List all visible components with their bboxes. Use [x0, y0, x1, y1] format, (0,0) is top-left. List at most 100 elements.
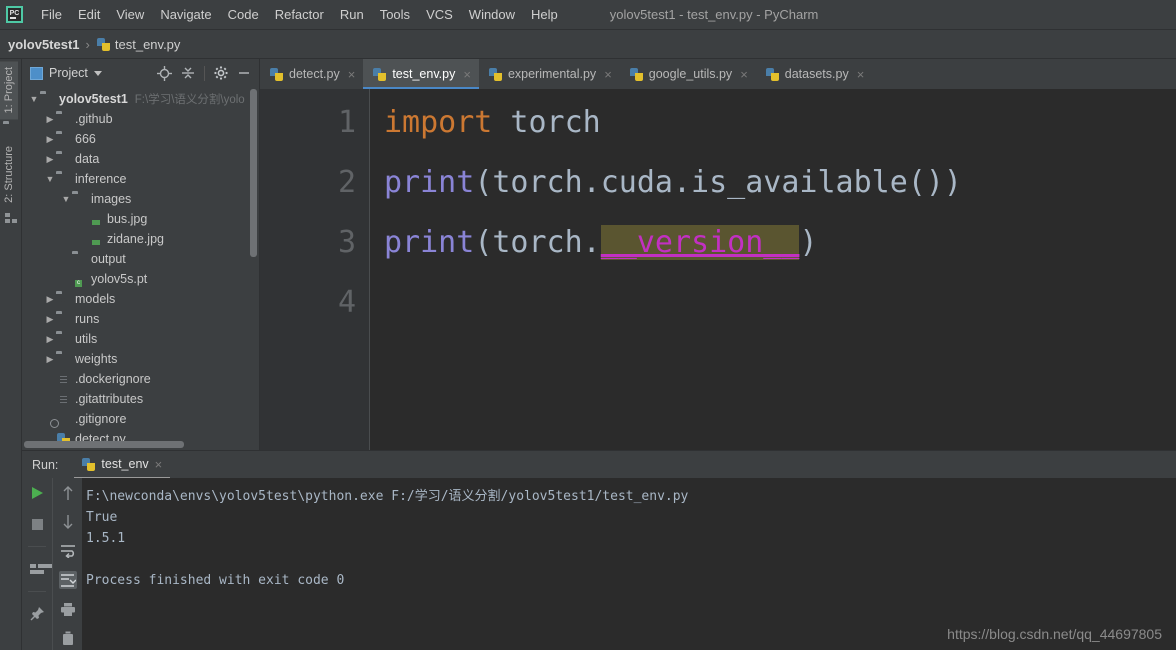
run-console-output[interactable]: F:\newconda\envs\yolov5test\python.exe F…: [82, 478, 1176, 650]
project-panel-header: Project: [22, 59, 259, 87]
soft-wrap-icon[interactable]: [59, 542, 77, 560]
tree-item[interactable]: ▶ utils: [22, 329, 259, 349]
python-icon: [82, 457, 96, 471]
project-icon: [3, 123, 18, 136]
layout-icon[interactable]: [28, 560, 46, 578]
menu-item-refactor[interactable]: Refactor: [267, 4, 332, 25]
tree-item[interactable]: ▶ data: [22, 149, 259, 169]
sidebar-item-project[interactable]: 1: Project: [0, 61, 18, 120]
minimize-icon[interactable]: [237, 66, 251, 80]
editor-area: detect.py × test_env.py × experimental.py × go…: [260, 59, 1176, 450]
menu-item-edit[interactable]: Edit: [70, 4, 108, 25]
tree-item[interactable]: ▶ .github: [22, 109, 259, 129]
tree-item[interactable]: .gitignore: [22, 409, 259, 429]
code-token: torch: [492, 105, 601, 140]
locate-icon[interactable]: [157, 65, 172, 81]
close-icon[interactable]: ×: [857, 67, 865, 82]
menu-item-window[interactable]: Window: [461, 4, 523, 25]
tree-item[interactable]: zidane.jpg: [22, 229, 259, 249]
tree-item[interactable]: ▶ models: [22, 289, 259, 309]
chevron-down-icon[interactable]: ▼: [44, 174, 56, 184]
chevron-down-icon[interactable]: [93, 70, 102, 76]
breadcrumb-file[interactable]: test_env.py: [115, 37, 181, 52]
editor-tab-test_env-py[interactable]: test_env.py ×: [363, 59, 479, 89]
tree-item[interactable]: ▼ inference: [22, 169, 259, 189]
tree-item[interactable]: ▼ images: [22, 189, 259, 209]
close-icon[interactable]: ×: [348, 67, 356, 82]
close-icon[interactable]: ×: [155, 457, 163, 472]
chevron-right-icon[interactable]: ▶: [44, 134, 56, 145]
sidebar-item-structure[interactable]: 2: Structure: [0, 140, 18, 209]
code-content[interactable]: import torch print(torch.cuda.is_availabl…: [370, 89, 1176, 450]
python-file-icon: [488, 67, 502, 81]
line-number: 2: [337, 165, 356, 200]
folder-icon: [72, 253, 87, 266]
code-line: print(torch.__version__): [384, 213, 1176, 273]
tree-item[interactable]: output: [22, 249, 259, 269]
menu-item-code[interactable]: Code: [220, 4, 267, 25]
editor-tab-label: datasets.py: [784, 67, 849, 81]
close-icon[interactable]: ×: [740, 67, 748, 82]
code-token: print: [384, 225, 475, 260]
editor-tab-datasets-py[interactable]: datasets.py ×: [756, 59, 873, 89]
chevron-right-icon[interactable]: ▶: [44, 294, 56, 305]
tree-item-label: runs: [75, 312, 100, 326]
tree-item[interactable]: yolov5s.pt: [22, 269, 259, 289]
run-panel-label: Run:: [32, 457, 59, 472]
run-configuration-tab[interactable]: test_env ×: [74, 454, 171, 479]
tree-item-label: yolov5s.pt: [91, 272, 148, 286]
trash-icon[interactable]: [59, 629, 77, 647]
pin-icon[interactable]: [28, 605, 46, 623]
chevron-right-icon[interactable]: ▶: [44, 154, 56, 165]
tree-item[interactable]: ▼ yolov5test1 F:\学习\语义分割\yolo: [22, 89, 259, 109]
folder-icon: [56, 153, 71, 166]
chevron-right-icon[interactable]: ▶: [44, 114, 56, 125]
tree-item[interactable]: .gitattributes: [22, 389, 259, 409]
collapse-all-icon[interactable]: [181, 66, 195, 80]
toolbar-divider: [28, 546, 46, 547]
editor-tab-google_utils-py[interactable]: google_utils.py ×: [620, 59, 756, 89]
menu-item-run[interactable]: Run: [332, 4, 372, 25]
scroll-to-end-icon[interactable]: [58, 571, 77, 589]
pycharm-logo-icon: PC: [6, 6, 23, 23]
tree-item[interactable]: ▶ runs: [22, 309, 259, 329]
close-icon[interactable]: ×: [604, 67, 612, 82]
editor-tab-label: test_env.py: [392, 67, 456, 81]
project-tree-vertical-scrollbar[interactable]: [250, 89, 257, 257]
editor-tab-label: experimental.py: [507, 67, 597, 81]
stop-icon[interactable]: [28, 515, 46, 533]
print-icon[interactable]: [59, 600, 77, 618]
menu-item-vcs[interactable]: VCS: [418, 4, 461, 25]
project-tree-horizontal-scrollbar[interactable]: [24, 441, 184, 448]
project-view-icon: [30, 66, 43, 80]
chevron-down-icon[interactable]: ▼: [28, 94, 40, 104]
tree-item-label: yolov5test1: [59, 92, 128, 106]
chevron-down-icon[interactable]: ▼: [60, 194, 72, 204]
editor-tab-detect-py[interactable]: detect.py ×: [260, 59, 363, 89]
arrow-down-icon[interactable]: [59, 513, 77, 531]
tree-item[interactable]: .dockerignore: [22, 369, 259, 389]
tree-item[interactable]: ▶ 666: [22, 129, 259, 149]
tree-item-label: .gitignore: [75, 412, 127, 426]
folder-icon: [40, 93, 55, 106]
chevron-right-icon[interactable]: ▶: [44, 314, 56, 325]
breadcrumb-project[interactable]: yolov5test1: [8, 37, 80, 52]
gear-icon[interactable]: [214, 66, 228, 80]
tree-item[interactable]: ▶ weights: [22, 349, 259, 369]
arrow-up-icon[interactable]: [59, 484, 77, 502]
selected-token: __version__: [600, 225, 800, 260]
chevron-right-icon[interactable]: ▶: [44, 354, 56, 365]
menu-item-tools[interactable]: Tools: [372, 4, 418, 25]
tree-item[interactable]: bus.jpg: [22, 209, 259, 229]
menu-item-help[interactable]: Help: [523, 4, 566, 25]
run-icon[interactable]: [28, 484, 46, 502]
project-tree[interactable]: ▼ yolov5test1 F:\学习\语义分割\yolo ▶ .github ▶ 666 ▶…: [22, 87, 259, 449]
line-number: 1: [337, 105, 356, 140]
menu-item-file[interactable]: File: [33, 4, 70, 25]
chevron-right-icon[interactable]: ▶: [44, 334, 56, 345]
menu-item-navigate[interactable]: Navigate: [152, 4, 219, 25]
menu-item-view[interactable]: View: [108, 4, 152, 25]
tree-item-label: utils: [75, 332, 98, 346]
editor-tab-experimental-py[interactable]: experimental.py ×: [479, 59, 620, 89]
close-icon[interactable]: ×: [463, 67, 471, 82]
